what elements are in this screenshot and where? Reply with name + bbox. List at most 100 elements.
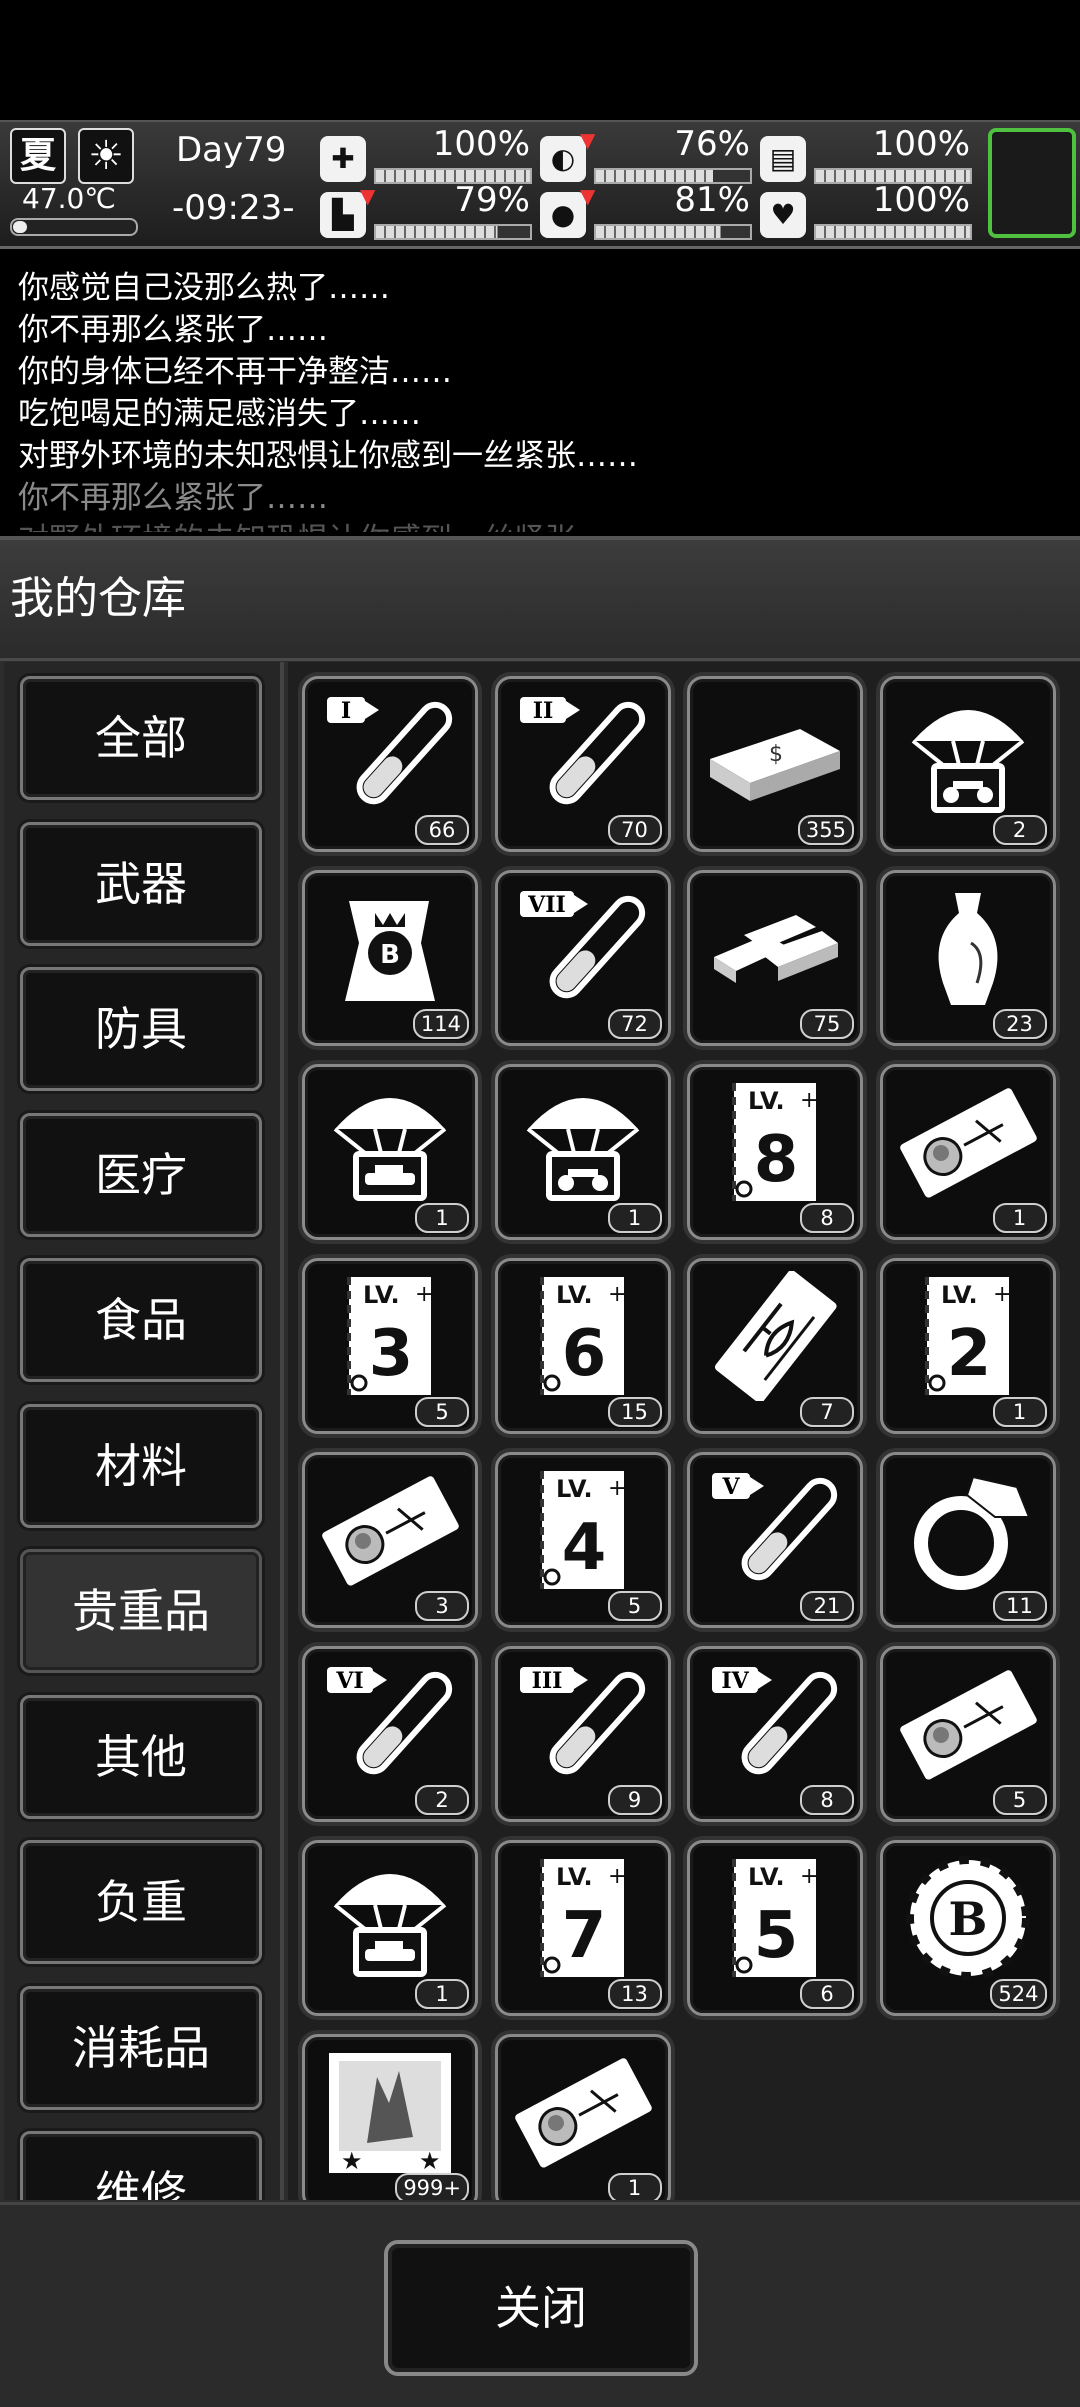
item-count: 3 bbox=[415, 1591, 469, 1621]
log-line: 你的身体已经不再干净整洁…… bbox=[18, 354, 452, 390]
item-count: 2 bbox=[992, 815, 1047, 845]
item-slot[interactable]: V 21 bbox=[687, 1452, 863, 1628]
svg-text:4: 4 bbox=[561, 1511, 606, 1585]
item-count: 75 bbox=[800, 1009, 854, 1039]
item-slot[interactable]: ★ ★ 999+ bbox=[302, 2034, 478, 2200]
stat-value: 76% bbox=[674, 124, 750, 164]
category-1[interactable]: 武器 bbox=[20, 821, 262, 946]
item-slot[interactable]: LV. +6 15 bbox=[494, 1258, 671, 1434]
svg-text:2: 2 bbox=[946, 1317, 991, 1391]
item-count: 2 bbox=[415, 1785, 469, 1815]
item-slot[interactable]: $355 bbox=[687, 676, 863, 852]
category-4[interactable]: 食品 bbox=[20, 1258, 262, 1382]
item-count: 66 bbox=[415, 815, 469, 845]
item-count: 9 bbox=[607, 1785, 662, 1815]
svg-text:$: $ bbox=[769, 742, 783, 767]
svg-text:+: + bbox=[415, 1282, 433, 1307]
item-count: 8 bbox=[800, 1203, 854, 1233]
item-slot[interactable]: 2 bbox=[879, 676, 1056, 852]
svg-text:5: 5 bbox=[754, 1899, 799, 1973]
temperature-label: 47.0℃ bbox=[22, 182, 116, 215]
svg-text:+: + bbox=[608, 1476, 626, 1501]
stat-health: ✚ 100% bbox=[320, 124, 532, 186]
item-slot[interactable]: LV. +2 1 bbox=[879, 1258, 1056, 1434]
svg-text:V: V bbox=[721, 1474, 740, 1500]
svg-text:+: + bbox=[800, 1088, 818, 1113]
svg-text:+: + bbox=[608, 1864, 626, 1889]
category-6[interactable]: 贵重品 bbox=[20, 1549, 262, 1673]
item-slot[interactable]: III 9 bbox=[494, 1646, 671, 1822]
item-count: 5 bbox=[992, 1785, 1047, 1815]
item-count: 21 bbox=[800, 1591, 854, 1621]
item-slot[interactable]: VII 72 bbox=[494, 870, 671, 1046]
item-slot[interactable]: II 70 bbox=[494, 676, 671, 852]
svg-text:★: ★ bbox=[341, 2147, 363, 2175]
panel-title: 我的仓库 bbox=[10, 573, 186, 624]
warehouse-panel: 我的仓库 全部武器防具医疗食品材料贵重品其他负重消耗品维修 I 66 II 70… bbox=[0, 536, 1080, 2407]
stat-hygiene: ▤ 100% bbox=[760, 124, 972, 186]
svg-text:LV.: LV. bbox=[748, 1863, 785, 1891]
item-slot[interactable]: 1 bbox=[494, 1064, 671, 1240]
item-slot[interactable]: VI 2 bbox=[302, 1646, 478, 1822]
item-count: 1 bbox=[415, 1979, 469, 2009]
category-10[interactable]: 维修 bbox=[20, 2131, 262, 2200]
season-badge: 夏 bbox=[10, 128, 66, 184]
item-slot[interactable]: IV 8 bbox=[687, 1646, 863, 1822]
stat-bar bbox=[374, 224, 532, 240]
minimap-button[interactable] bbox=[988, 128, 1076, 238]
category-7[interactable]: 其他 bbox=[20, 1694, 262, 1819]
category-5[interactable]: 材料 bbox=[20, 1403, 262, 1528]
stat-stamina: ▙ ▼ 79% bbox=[320, 180, 532, 242]
svg-text:I: I bbox=[341, 698, 351, 724]
category-8[interactable]: 负重 bbox=[20, 1840, 262, 1964]
item-slot[interactable]: 7 bbox=[687, 1258, 863, 1434]
item-slot[interactable]: 1 bbox=[302, 1064, 478, 1240]
category-0[interactable]: 全部 bbox=[20, 676, 262, 800]
item-slot[interactable]: LV. +8 8 bbox=[687, 1064, 863, 1240]
item-slot[interactable]: 1 bbox=[302, 1840, 478, 2016]
svg-text:8: 8 bbox=[754, 1123, 799, 1197]
svg-text:+: + bbox=[800, 1864, 818, 1889]
item-count: 8 bbox=[800, 1785, 854, 1815]
category-3[interactable]: 医疗 bbox=[20, 1112, 262, 1237]
item-count: 7 bbox=[800, 1397, 854, 1427]
item-slot[interactable]: I 66 bbox=[302, 676, 478, 852]
item-slot[interactable]: 23 bbox=[879, 870, 1056, 1046]
item-slot[interactable]: 75 bbox=[687, 870, 863, 1046]
message-log[interactable]: 你感觉自己没那么热了…… 你不再那么紧张了…… 你的身体已经不再干净整洁…… 吃饱喝足… bbox=[0, 250, 1080, 532]
item-slot[interactable]: LV. +5 6 bbox=[687, 1840, 863, 2016]
log-line: 你不再那么紧张了…… bbox=[18, 480, 328, 516]
log-line: 你感觉自己没那么热了…… bbox=[18, 270, 390, 306]
item-slot[interactable]: 1 bbox=[879, 1064, 1056, 1240]
item-grid[interactable]: I 66 II 70 $355 2 B 114 VII 72 75 23 1 1 LV. +8 8 1 L… bbox=[288, 662, 1080, 2200]
category-2[interactable]: 防具 bbox=[20, 967, 262, 1091]
temperature-bar bbox=[10, 218, 138, 236]
item-count: 1 bbox=[992, 1397, 1047, 1427]
log-line: 对野外环境的未知恐惧让你感到一丝紧张 bbox=[18, 514, 576, 532]
item-count: 1 bbox=[607, 2173, 662, 2200]
jar-icon: ▤ bbox=[760, 136, 806, 182]
item-slot[interactable]: 1 bbox=[494, 2034, 671, 2200]
svg-text:7: 7 bbox=[561, 1899, 606, 1973]
item-slot[interactable]: LV. +7 13 bbox=[494, 1840, 671, 2016]
medkit-icon: ✚ bbox=[320, 136, 366, 182]
item-slot[interactable]: 11 bbox=[879, 1452, 1056, 1628]
decrease-arrow-icon: ▼ bbox=[580, 128, 596, 152]
svg-text:II: II bbox=[532, 698, 553, 724]
stat-bar bbox=[594, 224, 752, 240]
item-slot[interactable]: 5 bbox=[879, 1646, 1056, 1822]
time-label: -09:23- bbox=[172, 188, 295, 228]
category-9[interactable]: 消耗品 bbox=[20, 1985, 262, 2110]
stat-value: 100% bbox=[872, 124, 970, 164]
item-slot[interactable]: LV. +4 5 bbox=[494, 1452, 671, 1628]
item-slot[interactable]: B 114 bbox=[302, 870, 478, 1046]
decrease-arrow-icon: ▼ bbox=[580, 184, 596, 208]
svg-text:LV.: LV. bbox=[556, 1281, 593, 1309]
category-sidebar[interactable]: 全部武器防具医疗食品材料贵重品其他负重消耗品维修 bbox=[4, 662, 284, 2200]
item-slot[interactable]: 3 bbox=[302, 1452, 478, 1628]
svg-text:+: + bbox=[608, 1282, 626, 1307]
item-count: 6 bbox=[800, 1979, 854, 2009]
item-slot[interactable]: LV. +3 5 bbox=[302, 1258, 478, 1434]
item-slot[interactable]: B 524 bbox=[879, 1840, 1056, 2016]
close-button[interactable]: 关闭 bbox=[384, 2240, 698, 2376]
